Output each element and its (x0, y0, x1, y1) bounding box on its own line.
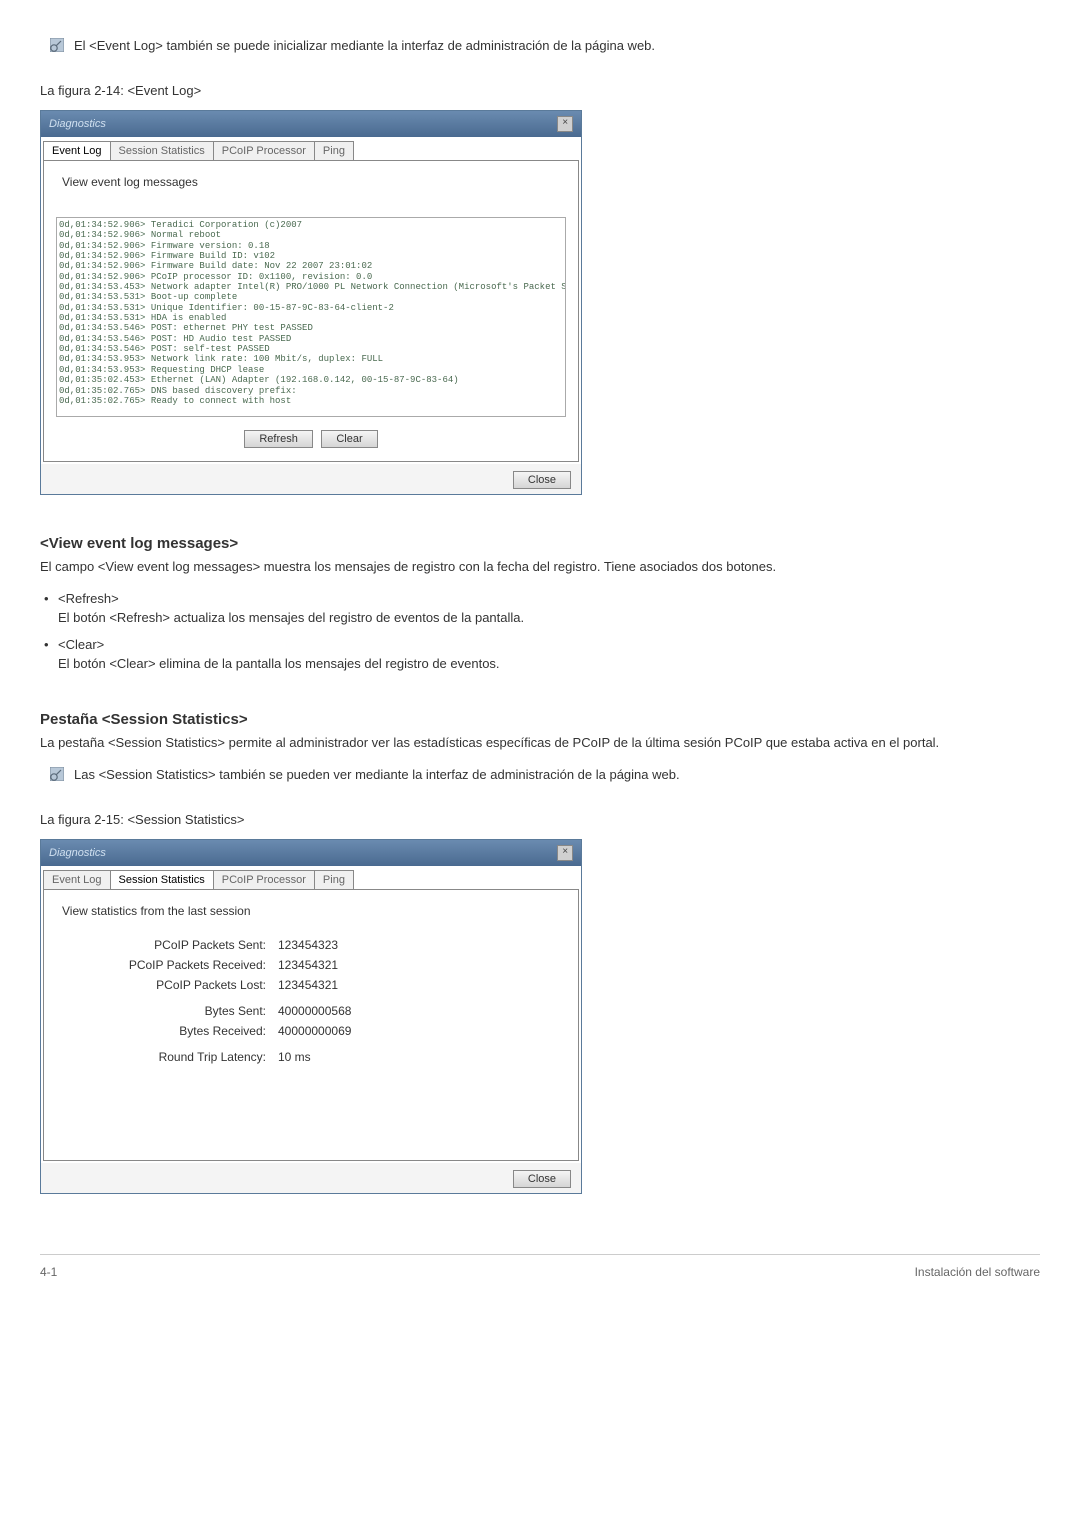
diagnostics-dialog-event-log: Diagnostics × Event Log Session Statisti… (40, 110, 582, 495)
close-button[interactable]: Close (513, 471, 571, 489)
stat-value: 123454321 (278, 958, 338, 972)
table-row: PCoIP Packets Received: 123454321 (86, 958, 566, 972)
stat-label: PCoIP Packets Lost: (86, 978, 278, 992)
info-note-text: El <Event Log> también se puede iniciali… (74, 38, 655, 53)
stat-label: PCoIP Packets Received: (86, 958, 278, 972)
info-icon (50, 38, 64, 52)
table-row: Round Trip Latency: 10 ms (86, 1050, 566, 1064)
table-row: Bytes Sent: 40000000568 (86, 1004, 566, 1018)
page-footer: 4-1 Instalación del software (40, 1254, 1040, 1299)
dialog-title: Diagnostics (49, 847, 106, 859)
list-item: <Refresh> El botón <Refresh> actualiza l… (40, 591, 1040, 625)
panel-label: View statistics from the last session (62, 904, 566, 918)
panel-label: View event log messages (62, 175, 566, 189)
tab-panel-session-statistics: View statistics from the last session PC… (43, 889, 579, 1161)
tab-event-log[interactable]: Event Log (43, 141, 111, 160)
tab-strip: Event Log Session Statistics PCoIP Proce… (43, 141, 579, 160)
dialog-titlebar: Diagnostics × (41, 111, 581, 137)
paragraph-session-statistics: La pestaña <Session Statistics> permite … (40, 734, 1040, 753)
refresh-button[interactable]: Refresh (244, 430, 313, 448)
stat-label: Bytes Received: (86, 1024, 278, 1038)
stat-value: 40000000069 (278, 1024, 351, 1038)
list-item-sub: El botón <Clear> elimina de la pantalla … (58, 656, 1040, 671)
tab-event-log[interactable]: Event Log (43, 870, 111, 889)
bullet-list-buttons: <Refresh> El botón <Refresh> actualiza l… (40, 591, 1040, 671)
dialog-titlebar: Diagnostics × (41, 840, 581, 866)
info-note-text: Las <Session Statistics> también se pued… (74, 767, 680, 782)
tab-panel-event-log: View event log messages 0d,01:34:52.906>… (43, 160, 579, 462)
heading-view-event-log-messages: <View event log messages> (40, 535, 1040, 552)
stat-value: 10 ms (278, 1050, 311, 1064)
table-row: PCoIP Packets Sent: 123454323 (86, 938, 566, 952)
event-log-textarea[interactable]: 0d,01:34:52.906> Teradici Corporation (c… (56, 217, 566, 417)
info-note-2: Las <Session Statistics> también se pued… (50, 767, 1040, 782)
close-icon[interactable]: × (557, 845, 573, 861)
figure-caption-2: La figura 2-15: <Session Statistics> (40, 812, 1040, 827)
list-item-sub: El botón <Refresh> actualiza los mensaje… (58, 610, 1040, 625)
tab-pcoip-processor[interactable]: PCoIP Processor (213, 870, 315, 889)
dialog-title: Diagnostics (49, 118, 106, 130)
figure-caption-1: La figura 2-14: <Event Log> (40, 83, 1040, 98)
heading-session-statistics: Pestaña <Session Statistics> (40, 711, 1040, 728)
diagnostics-dialog-session-statistics: Diagnostics × Event Log Session Statisti… (40, 839, 582, 1194)
page-number: 4-1 (40, 1265, 57, 1279)
close-button[interactable]: Close (513, 1170, 571, 1188)
tab-pcoip-processor[interactable]: PCoIP Processor (213, 141, 315, 160)
tab-session-statistics[interactable]: Session Statistics (110, 141, 214, 160)
list-item-title: <Refresh> (58, 591, 119, 606)
tab-session-statistics[interactable]: Session Statistics (110, 870, 214, 889)
table-row: Bytes Received: 40000000069 (86, 1024, 566, 1038)
stats-table: PCoIP Packets Sent: 123454323 PCoIP Pack… (86, 938, 566, 1064)
tab-ping[interactable]: Ping (314, 870, 354, 889)
paragraph-view-event-log: El campo <View event log messages> muest… (40, 558, 1040, 577)
tab-strip: Event Log Session Statistics PCoIP Proce… (43, 870, 579, 889)
clear-button[interactable]: Clear (321, 430, 377, 448)
close-icon[interactable]: × (557, 116, 573, 132)
stat-label: PCoIP Packets Sent: (86, 938, 278, 952)
footer-title: Instalación del software (915, 1265, 1040, 1279)
tab-ping[interactable]: Ping (314, 141, 354, 160)
info-note-1: El <Event Log> también se puede iniciali… (50, 38, 1040, 53)
stat-value: 40000000568 (278, 1004, 351, 1018)
stat-value: 123454323 (278, 938, 338, 952)
stat-label: Bytes Sent: (86, 1004, 278, 1018)
list-item: <Clear> El botón <Clear> elimina de la p… (40, 637, 1040, 671)
stat-label: Round Trip Latency: (86, 1050, 278, 1064)
list-item-title: <Clear> (58, 637, 104, 652)
info-icon (50, 767, 64, 781)
table-row: PCoIP Packets Lost: 123454321 (86, 978, 566, 992)
stat-value: 123454321 (278, 978, 338, 992)
